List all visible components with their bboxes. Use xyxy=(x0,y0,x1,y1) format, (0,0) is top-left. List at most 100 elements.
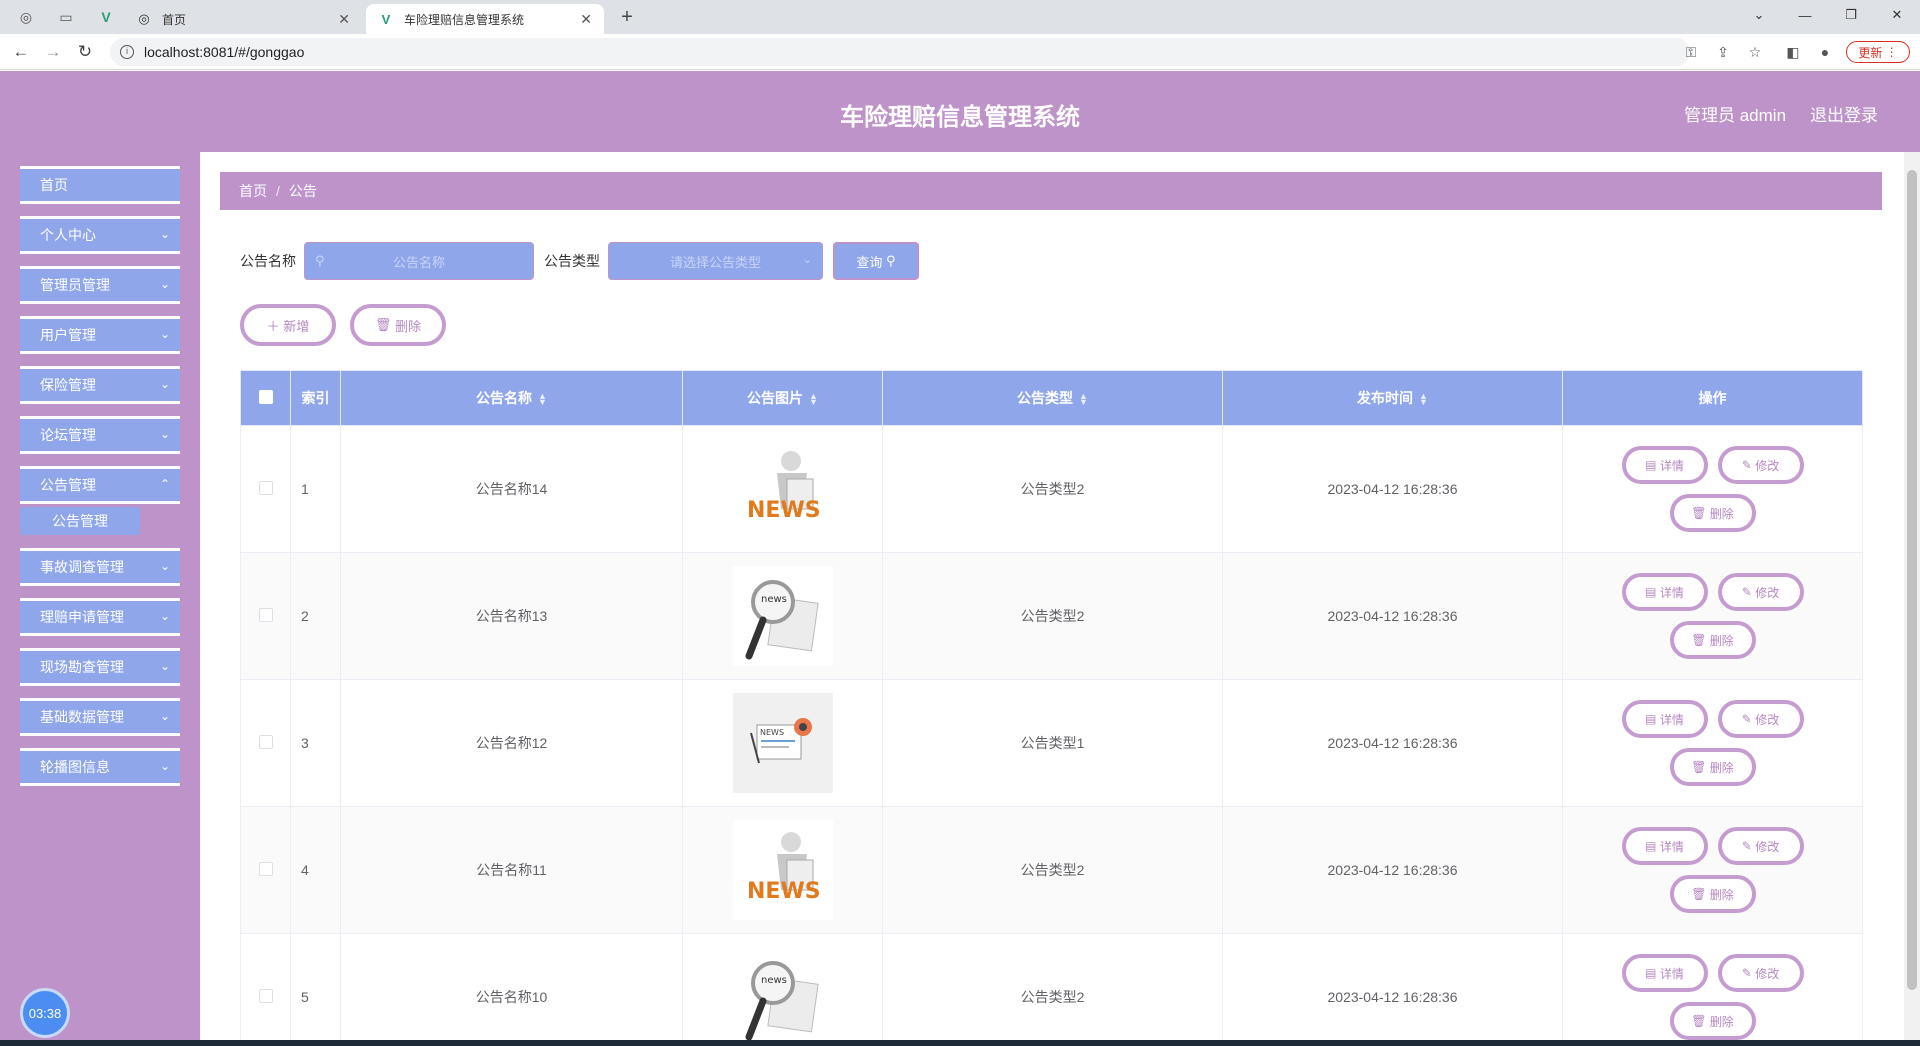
sidebar-item-label: 保险管理 xyxy=(40,377,96,393)
header-image[interactable]: 公告图片 ▲ ▼ xyxy=(682,370,883,426)
browser-tab-home[interactable]: ◎ 首页 ✕ xyxy=(124,4,362,34)
blank-tab-icon[interactable]: ▭ xyxy=(52,6,80,28)
notice-name-input[interactable]: ⚲ 公告名称 xyxy=(304,242,534,280)
minimize-button[interactable]: — xyxy=(1782,0,1828,30)
profile-icon[interactable]: ● xyxy=(1814,42,1836,62)
restore-button[interactable]: ❐ xyxy=(1828,0,1874,30)
sidebar-item-base-data[interactable]: 基础数据管理 ⌄ xyxy=(20,698,180,736)
row-select-cell[interactable] xyxy=(240,933,291,1046)
row-image-cell: news xyxy=(682,552,883,680)
delete-button[interactable]: 🗑 删除 xyxy=(1669,494,1756,532)
edit-button[interactable]: ✎ 修改 xyxy=(1717,700,1804,738)
query-button[interactable]: 查询 ⚲ xyxy=(833,242,919,280)
reload-icon[interactable]: ↻ xyxy=(72,40,98,64)
key-icon[interactable]: ⚿ xyxy=(1680,42,1702,62)
sidebar-item-admin-management[interactable]: 管理员管理 ⌄ xyxy=(20,266,180,304)
table-row[interactable]: 5 公告名称10 news 公告类型2 2023-04-12 16:28:36 … xyxy=(240,933,1863,1046)
notice-thumbnail[interactable]: news xyxy=(732,566,833,666)
update-button[interactable]: 更新 ⋮ xyxy=(1846,41,1910,63)
header-time-label: 发布时间 xyxy=(1357,390,1414,406)
row-checkbox[interactable] xyxy=(258,861,273,876)
delete-button[interactable]: 🗑 删除 xyxy=(1669,875,1756,913)
scrollbar-thumb[interactable] xyxy=(1907,170,1917,990)
delete-button[interactable]: 🗑 删除 xyxy=(1669,1002,1756,1040)
clock-text: 03:38 xyxy=(28,1005,62,1021)
delete-button[interactable]: 🗑 删除 xyxy=(1669,621,1756,659)
vue-icon[interactable]: V xyxy=(92,6,120,28)
row-ops-cell: ▤ 详情 ✎ 修改 🗑 删除 xyxy=(1562,425,1863,553)
sidebar-subitem-notice-management[interactable]: 公告管理 xyxy=(20,507,140,535)
batch-delete-button[interactable]: 🗑 删除 xyxy=(350,304,446,346)
row-index: 2 xyxy=(290,552,341,680)
sidebar-item-site-survey[interactable]: 现场勘查管理 ⌄ xyxy=(20,648,180,686)
sort-icon[interactable]: ▲ ▼ xyxy=(538,392,547,407)
detail-button[interactable]: ▤ 详情 xyxy=(1621,446,1708,484)
detail-button[interactable]: ▤ 详情 xyxy=(1621,954,1708,992)
row-checkbox[interactable] xyxy=(258,480,273,495)
globe-icon[interactable]: ◎ xyxy=(12,6,40,28)
header-type[interactable]: 公告类型 ▲ ▼ xyxy=(882,370,1223,426)
url-text: localhost:8081/#/gonggao xyxy=(144,44,305,60)
address-bar[interactable]: i localhost:8081/#/gonggao xyxy=(110,38,1690,66)
header-time[interactable]: 发布时间 ▲ ▼ xyxy=(1222,370,1563,426)
sidebar-item-forum-management[interactable]: 论坛管理 ⌄ xyxy=(20,416,180,454)
notice-thumbnail[interactable]: NEWS xyxy=(732,439,833,539)
page-scrollbar[interactable] xyxy=(1904,152,1920,1046)
sidebar-item-personal-center[interactable]: 个人中心 ⌄ xyxy=(20,216,180,254)
browser-tab-app[interactable]: V 车险理赔信息管理系统 ✕ xyxy=(366,4,604,34)
sort-icon[interactable]: ▲ ▼ xyxy=(1419,392,1428,407)
star-icon[interactable]: ☆ xyxy=(1744,42,1766,62)
table-row[interactable]: 4 公告名称11 NEWS 公告类型2 2023-04-12 16:28:36 … xyxy=(240,806,1863,934)
sort-icon[interactable]: ▲ ▼ xyxy=(1079,392,1088,407)
delete-button[interactable]: 🗑 删除 xyxy=(1669,748,1756,786)
breadcrumb-home[interactable]: 首页 xyxy=(239,181,267,201)
logout-link[interactable]: 退出登录 xyxy=(1810,101,1878,126)
row-checkbox[interactable] xyxy=(258,607,273,622)
add-button[interactable]: ＋ 新增 xyxy=(240,304,336,346)
select-all-checkbox[interactable] xyxy=(258,389,273,404)
notice-thumbnail[interactable]: NEWS xyxy=(732,820,833,920)
edit-label: 修改 xyxy=(1755,585,1780,600)
row-select-cell[interactable] xyxy=(240,806,291,934)
sidebar-item-home[interactable]: 首页 xyxy=(20,166,180,204)
sort-icon[interactable]: ▲ ▼ xyxy=(809,392,818,407)
back-arrow-icon[interactable]: ← xyxy=(8,40,34,64)
header-name[interactable]: 公告名称 ▲ ▼ xyxy=(340,370,683,426)
edit-button[interactable]: ✎ 修改 xyxy=(1717,446,1804,484)
edit-button[interactable]: ✎ 修改 xyxy=(1717,954,1804,992)
detail-button[interactable]: ▤ 详情 xyxy=(1621,827,1708,865)
detail-button[interactable]: ▤ 详情 xyxy=(1621,700,1708,738)
sidebar-item-notice-management[interactable]: 公告管理 ⌃ xyxy=(20,466,180,504)
table-row[interactable]: 2 公告名称13 news 公告类型2 2023-04-12 16:28:36 … xyxy=(240,552,1863,680)
row-select-cell[interactable] xyxy=(240,552,291,680)
sidebar-item-accident-investigation[interactable]: 事故调查管理 ⌄ xyxy=(20,548,180,586)
browser-tab-bar: ◎ ▭ V ◎ 首页 ✕ V 车险理赔信息管理系统 ✕ + ⌄ — ❐ ✕ xyxy=(0,0,1920,34)
info-icon[interactable]: i xyxy=(120,45,134,59)
forward-arrow-icon[interactable]: → xyxy=(40,40,66,64)
row-select-cell[interactable] xyxy=(240,679,291,807)
table-row[interactable]: 3 公告名称12 NEWS 公告类型1 2023-04-12 16:28:36 … xyxy=(240,679,1863,807)
side-panel-icon[interactable]: ◧ xyxy=(1782,42,1804,62)
new-tab-button[interactable]: + xyxy=(614,4,640,30)
sidebar-item-user-management[interactable]: 用户管理 ⌄ xyxy=(20,316,180,354)
notice-type-select[interactable]: 请选择公告类型 ⌄ xyxy=(608,242,823,280)
notice-thumbnail[interactable]: NEWS xyxy=(732,693,833,793)
share-icon[interactable]: ⇪ xyxy=(1712,42,1734,62)
chevron-down-icon: ⌄ xyxy=(159,327,170,341)
select-all-cell[interactable] xyxy=(240,370,291,426)
notice-thumbnail[interactable]: news xyxy=(732,947,833,1046)
sidebar-item-insurance-management[interactable]: 保险管理 ⌄ xyxy=(20,366,180,404)
close-icon[interactable]: ✕ xyxy=(338,11,350,28)
detail-button[interactable]: ▤ 详情 xyxy=(1621,573,1708,611)
row-checkbox[interactable] xyxy=(258,734,273,749)
edit-button[interactable]: ✎ 修改 xyxy=(1717,573,1804,611)
sidebar-item-claim-application[interactable]: 理赔申请管理 ⌄ xyxy=(20,598,180,636)
row-checkbox[interactable] xyxy=(258,988,273,1003)
row-select-cell[interactable] xyxy=(240,425,291,553)
sidebar-item-carousel[interactable]: 轮播图信息 ⌄ xyxy=(20,748,180,786)
tab-search-icon[interactable]: ⌄ xyxy=(1736,0,1782,30)
close-icon[interactable]: ✕ xyxy=(580,11,592,28)
table-row[interactable]: 1 公告名称14 NEWS 公告类型2 2023-04-12 16:28:36 … xyxy=(240,425,1863,553)
window-close-button[interactable]: ✕ xyxy=(1874,0,1920,30)
edit-button[interactable]: ✎ 修改 xyxy=(1717,827,1804,865)
